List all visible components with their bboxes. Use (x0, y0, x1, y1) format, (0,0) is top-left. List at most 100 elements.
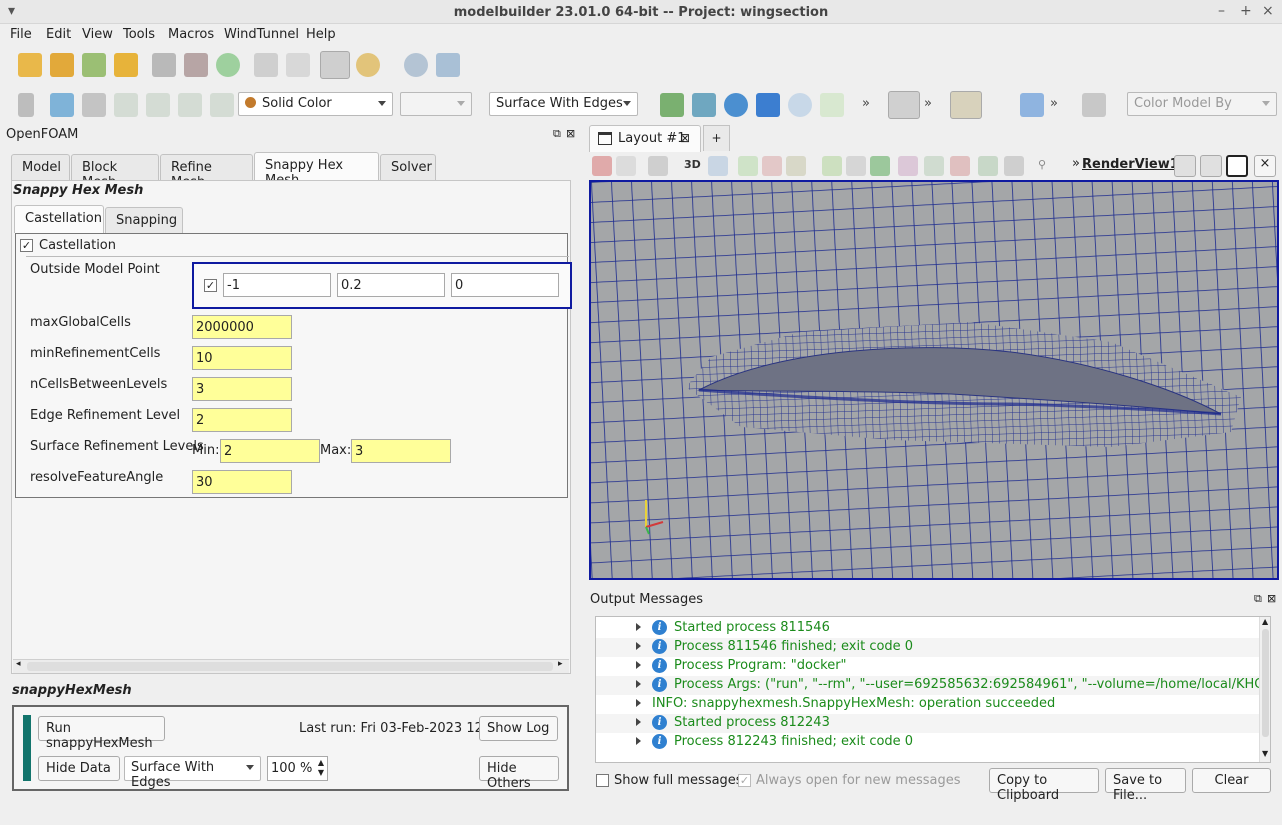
camera-icon[interactable] (648, 156, 668, 176)
scroll-left-icon[interactable]: ◂ (16, 659, 21, 669)
expand-icon[interactable] (636, 642, 641, 650)
expand-icon[interactable] (636, 623, 641, 631)
zoom-closest-icon[interactable] (724, 93, 748, 117)
select-poly-icon[interactable] (924, 156, 944, 176)
undock-icon[interactable]: ⧉ (553, 127, 561, 141)
save-state-icon[interactable] (152, 53, 176, 77)
select-cells-icon[interactable] (822, 156, 842, 176)
open-recent-icon[interactable] (50, 53, 74, 77)
outside-point-y[interactable]: 0.2 (337, 273, 445, 297)
more2-icon[interactable]: » (924, 96, 932, 111)
tab-block-mesh[interactable]: Block Mesh (71, 154, 159, 190)
toggle-3d-button[interactable]: 3D (684, 158, 701, 171)
zoom-box-icon[interactable] (756, 93, 780, 117)
message-row[interactable]: i Process Args: ("run", "--rm", "--user=6… (596, 676, 1270, 695)
reset-icon[interactable] (216, 53, 240, 77)
feature-input[interactable]: 30 (192, 470, 292, 494)
hide-others-button[interactable]: Hide Others (479, 756, 559, 791)
menu-view[interactable]: View (82, 27, 113, 42)
scroll-right-icon[interactable]: ▸ (558, 659, 563, 669)
import-icon[interactable] (82, 53, 106, 77)
message-row[interactable]: i Started process 812243 (596, 714, 1260, 733)
wrench-icon[interactable] (82, 93, 106, 117)
menu-file[interactable]: File (10, 27, 32, 42)
outside-point-checkbox[interactable]: ✓ (204, 279, 217, 292)
capture2-icon[interactable] (616, 156, 636, 176)
save-file-button[interactable]: Save to File... (1105, 768, 1186, 803)
palette-icon[interactable] (356, 53, 380, 77)
hide-data-button[interactable]: Hide Data (38, 756, 120, 781)
select-plus-icon[interactable] (738, 156, 758, 176)
min-ref-input[interactable]: 10 (192, 346, 292, 370)
more3-icon[interactable]: » (1050, 96, 1058, 111)
tab-refine-mesh[interactable]: Refine Mesh (160, 154, 253, 190)
tab-snappy-hex-mesh[interactable]: Snappy Hex Mesh (254, 152, 379, 188)
ncells-input[interactable]: 3 (192, 377, 292, 401)
more-icon[interactable]: » (862, 96, 870, 111)
castellation-checkbox[interactable]: ✓ (20, 239, 33, 252)
message-row[interactable]: i Process 811546 finished; exit code 0 (596, 638, 1260, 657)
always-open-checkbox[interactable]: ✓ (738, 774, 751, 787)
measure-eye-icon[interactable] (210, 93, 234, 117)
zoom-data-icon[interactable] (692, 93, 716, 117)
select-minus-icon[interactable] (762, 156, 782, 176)
maximize-icon[interactable]: + (1240, 3, 1252, 19)
shapes-icon[interactable] (50, 93, 74, 117)
messages-scrollbar[interactable]: ▲ ▼ (1259, 617, 1270, 762)
hover-points-icon[interactable] (978, 156, 998, 176)
select-frustum-icon[interactable] (870, 156, 890, 176)
select-toggle-icon[interactable] (786, 156, 806, 176)
layout-tab[interactable]: Layout #1 ⊠ (589, 125, 701, 152)
message-row[interactable]: INFO: snappyhexmesh.SnappyHexMesh: opera… (596, 695, 1260, 714)
run-button[interactable]: Run snappyHexMesh (38, 716, 165, 751)
cube-icon[interactable] (1020, 93, 1044, 117)
grow-icon[interactable]: ⚲ (1038, 158, 1046, 171)
zoom-icon[interactable] (708, 156, 728, 176)
surface-select[interactable]: Surface With Edges (489, 92, 638, 116)
redo-icon[interactable] (286, 53, 310, 77)
output-close-icon[interactable]: ⊠ (1267, 592, 1276, 605)
select-points-icon[interactable] (846, 156, 866, 176)
message-row[interactable]: i Process 812243 finished; exit code 0 (596, 733, 1260, 752)
undo-icon[interactable] (254, 53, 278, 77)
show-full-checkbox[interactable] (596, 774, 609, 787)
pick-icon[interactable] (320, 51, 350, 79)
render-view[interactable] (589, 180, 1279, 580)
max-global-input[interactable]: 2000000 (192, 315, 292, 339)
capture-icon[interactable] (592, 156, 612, 176)
select-block-icon[interactable] (898, 156, 918, 176)
expand-icon[interactable] (636, 737, 641, 745)
horizontal-scrollbar[interactable]: ◂ ▸ (13, 659, 569, 673)
repr-select[interactable]: Surface With Edges (124, 756, 261, 790)
minimize-icon[interactable]: – (1218, 3, 1225, 19)
copy-clipboard-button[interactable]: Copy to Clipboard (989, 768, 1099, 803)
clear-button[interactable]: Clear (1192, 768, 1271, 793)
set-view-x-icon[interactable] (820, 93, 844, 117)
expand-icon[interactable] (636, 699, 641, 707)
expand-icon[interactable] (636, 680, 641, 688)
export-icon[interactable] (114, 53, 138, 77)
dock-close-icon[interactable]: ⊠ (566, 127, 575, 140)
scroll-thumb[interactable] (27, 662, 553, 671)
load-state-icon[interactable] (184, 53, 208, 77)
close-icon[interactable]: × (1262, 3, 1274, 19)
tab-solver[interactable]: Solver (380, 154, 436, 180)
scroll-down-icon[interactable]: ▼ (1262, 749, 1268, 758)
representation-select[interactable]: Solid Color (238, 92, 393, 116)
reset-camera-icon[interactable] (660, 93, 684, 117)
expand-icon[interactable] (636, 718, 641, 726)
menu-windtunnel[interactable]: WindTunnel (224, 27, 299, 42)
tab-snapping[interactable]: Snapping (105, 207, 183, 233)
measure-c-icon[interactable] (146, 93, 170, 117)
close-view-icon[interactable]: × (1254, 155, 1276, 177)
show-log-button[interactable]: Show Log (479, 716, 558, 741)
component-select[interactable] (400, 92, 472, 116)
outside-point-x[interactable]: -1 (223, 273, 331, 297)
menu-macros[interactable]: Macros (168, 27, 214, 42)
edge-input[interactable]: 2 (192, 408, 292, 432)
color-by-select[interactable]: Color Model By (1127, 92, 1277, 116)
spin-arrows-icon[interactable]: ▲ ▼ (318, 758, 324, 778)
hover-cells-icon[interactable] (1004, 156, 1024, 176)
messages-scroll-thumb[interactable] (1262, 629, 1269, 737)
light-icon[interactable] (950, 91, 982, 119)
